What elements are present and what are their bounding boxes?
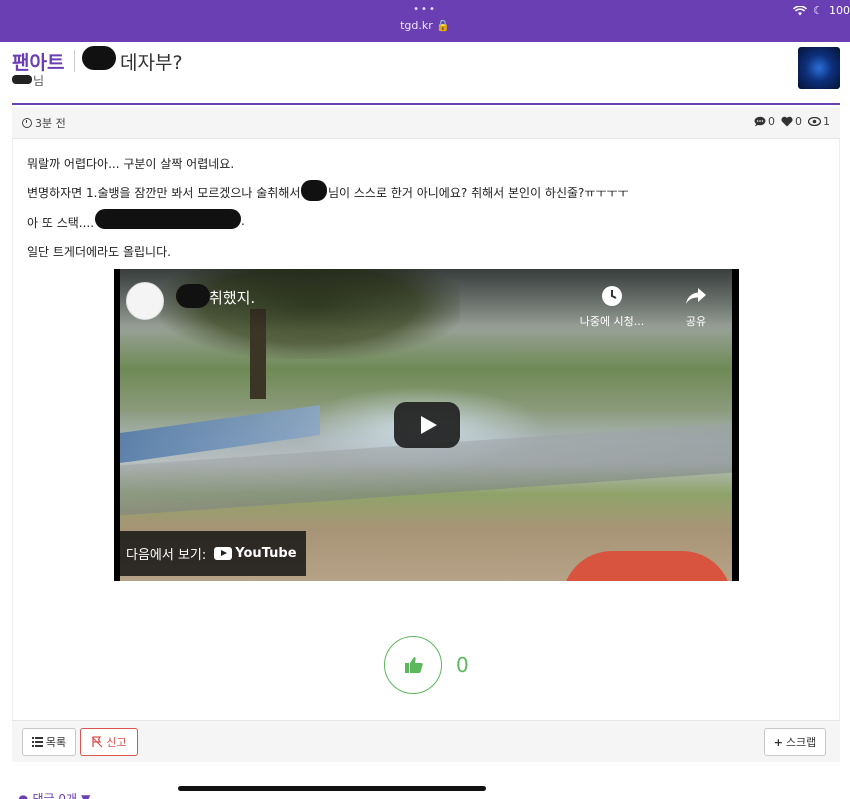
scrap-button[interactable]: + 스크랩 [764, 728, 826, 756]
avatar[interactable] [798, 47, 840, 89]
divider [74, 50, 75, 72]
watch-later-button[interactable]: 나중에 시청... [572, 285, 652, 329]
redaction-mark [95, 209, 241, 229]
time-text: 3분 전 [35, 117, 66, 130]
caret-down-icon: ▼ [81, 791, 91, 799]
video-title[interactable]: 취했지. [209, 287, 255, 308]
scrap-label: 스크랩 [785, 736, 817, 749]
home-indicator [178, 786, 486, 791]
url-bar[interactable]: tgd.kr 🔒 [0, 19, 850, 32]
paragraph-3b: . [241, 214, 245, 228]
post-action-bar: 목록 신고 + 스크랩 [12, 720, 840, 762]
like-count: 0 [456, 653, 469, 677]
post-header: 팬아트 데자부? 님 [12, 42, 840, 104]
post-counters: 0 0 1 [754, 115, 830, 128]
clock-icon [602, 286, 622, 306]
battery-text: 100 [829, 4, 850, 17]
report-icon [91, 736, 103, 748]
redaction-mark [82, 46, 116, 70]
share-button[interactable]: 공유 [674, 285, 718, 329]
like-count-meta: 0 [781, 115, 802, 128]
post-time: 3분 전 [22, 115, 66, 131]
youtube-embed[interactable]: 취했지. 나중에 시청... 공유 다음에서 보기: YouTube [114, 269, 739, 581]
clock-icon [22, 118, 32, 128]
share-icon [686, 288, 706, 304]
author-name[interactable]: 님 [33, 72, 44, 89]
list-label: 목록 [45, 736, 67, 749]
status-icons: ☾ 100 [793, 4, 850, 17]
plus-icon: + [773, 735, 783, 749]
watch-later-label: 나중에 시청... [579, 315, 645, 328]
like-count-value: 0 [795, 115, 802, 128]
watch-on-label: 다음에서 보기: [126, 548, 207, 563]
paragraph-2b: 님이 스스로 한거 아니에요? 취해서 본인이 하신줄?ㅠㅜㅜㅜ [328, 186, 629, 200]
list-icon [31, 737, 43, 747]
redaction-mark [176, 284, 210, 308]
view-count-value: 1 [823, 115, 830, 128]
thumbs-up-icon [405, 657, 423, 673]
moon-icon: ☾ [813, 4, 823, 17]
comment-icon [754, 116, 766, 127]
youtube-logo: YouTube [214, 546, 297, 561]
wifi-icon [793, 5, 808, 16]
paragraph-1: 뭐랄까 어렵다아... 구분이 살짝 어렵네요. [27, 157, 235, 171]
post-title: 데자부? [120, 52, 183, 74]
play-button[interactable] [394, 402, 460, 448]
browser-top-bar: ••• tgd.kr 🔒 ☾ 100 [0, 0, 850, 42]
report-button[interactable]: 신고 [80, 728, 138, 756]
thumbnail-car [562, 551, 732, 581]
comment-count: 0 [754, 115, 775, 128]
paragraph-4: 일단 트게더에라도 올립니다. [27, 245, 171, 259]
heart-icon [781, 116, 793, 127]
channel-avatar[interactable] [126, 282, 164, 320]
header-divider [12, 103, 840, 105]
board-name[interactable]: 팬아트 [12, 48, 64, 75]
view-count: 1 [808, 115, 830, 128]
comment-count-value: 0 [768, 115, 775, 128]
comment-section-header[interactable]: ● 댓글 0개 ▼ [18, 790, 90, 799]
youtube-play-icon [214, 547, 233, 560]
share-label: 공유 [685, 315, 707, 328]
eye-icon [808, 117, 821, 126]
report-label: 신고 [106, 736, 127, 749]
youtube-wordmark: YouTube [235, 546, 297, 561]
comment-header-label: 댓글 0개 [32, 792, 78, 799]
author-redaction [12, 75, 32, 84]
paragraph-2: 변명하자면 1.술뱅을 잠깐만 봐서 모르겠으나 술취해서 [27, 186, 301, 200]
comment-icon: ● [18, 791, 29, 799]
redaction-mark [301, 180, 327, 201]
tab-dots[interactable]: ••• [0, 4, 850, 15]
watch-on-youtube[interactable]: 다음에서 보기: YouTube [120, 531, 306, 576]
list-button[interactable]: 목록 [22, 728, 76, 756]
post-meta: 3분 전 0 0 1 [12, 107, 840, 139]
like-button[interactable] [384, 636, 442, 694]
paragraph-3: 아 또 스택.... [27, 216, 95, 230]
post-body: 뭐랄까 어렵다아... 구분이 살짝 어렵네요. 변명하자면 1.술뱅을 잠깐만… [12, 139, 840, 720]
